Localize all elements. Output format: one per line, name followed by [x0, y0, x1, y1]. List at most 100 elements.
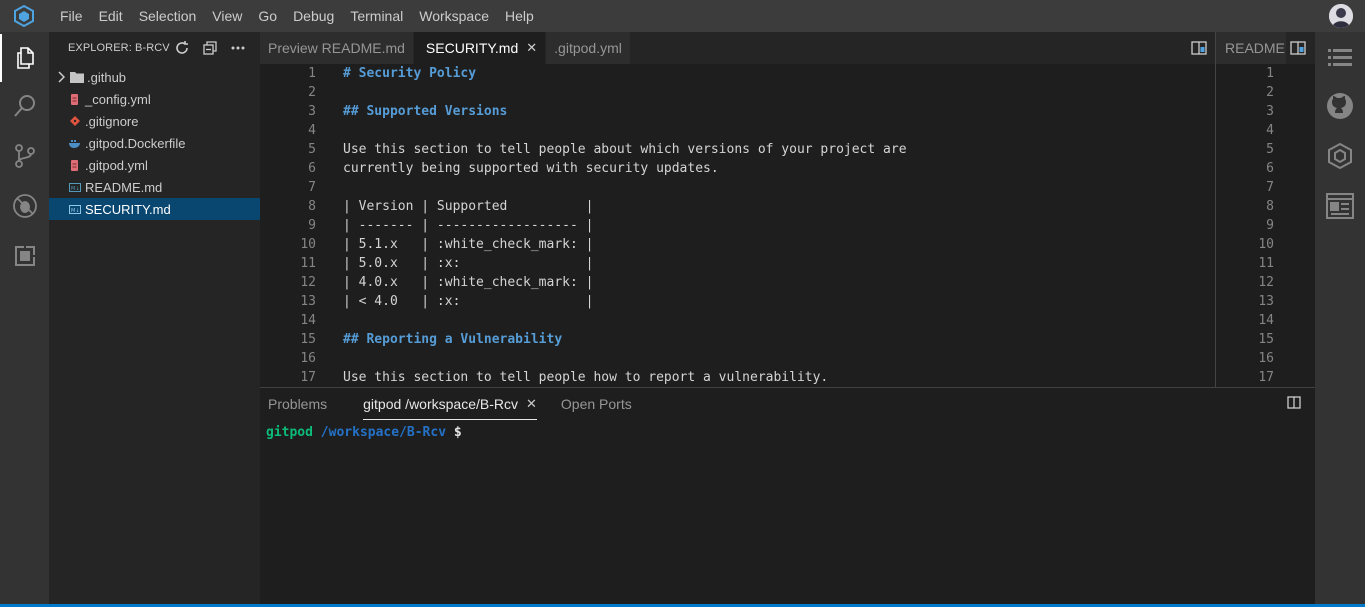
tab-open-ports[interactable]: Open Ports: [561, 388, 652, 420]
menu-help[interactable]: Help: [497, 0, 542, 32]
code-line: 11 | 5.0.x | :x: |: [260, 254, 1215, 273]
tree-item-label: .gitpod.Dockerfile: [85, 135, 186, 151]
tree-item-github-folder[interactable]: .github: [49, 66, 260, 88]
tab-label: Preview README.md: [268, 40, 405, 56]
explorer-actions: [174, 40, 246, 59]
terminal-user: gitpod: [266, 425, 313, 440]
github-icon[interactable]: [1315, 82, 1365, 130]
tree-item-gitpod-yml[interactable]: .gitpod.yml: [49, 154, 260, 176]
menu-debug[interactable]: Debug: [285, 0, 342, 32]
search-icon[interactable]: [0, 82, 49, 130]
code-line: 8 | Version | Supported |: [260, 197, 1215, 216]
editor-tabs: Preview README.md SECURITY.md ✕ .gitpod.…: [260, 32, 1215, 64]
code-line: 6 currently being supported with security…: [260, 159, 1215, 178]
open-preview-icon[interactable]: [1191, 41, 1207, 58]
code-text: | ------- | ------------------ |: [343, 218, 594, 233]
panel-tabs: Problems gitpod /workspace/B-Rcv ✕ Open …: [260, 388, 1315, 420]
tab-label: gitpod /workspace/B-Rcv: [363, 395, 518, 412]
line-number: 13: [1258, 294, 1274, 309]
tab-problems[interactable]: Problems: [268, 388, 347, 420]
markdown-file-icon: M↓: [67, 198, 83, 220]
line-number: 1: [308, 66, 316, 81]
close-icon[interactable]: ✕: [526, 388, 537, 420]
tree-item-label: .github: [87, 69, 127, 85]
tab-gitpod-yml[interactable]: .gitpod.yml: [546, 32, 631, 64]
close-icon[interactable]: ✕: [526, 40, 537, 56]
line-number: 8: [308, 199, 316, 214]
tree-item-readme-md[interactable]: M↓ README.md: [49, 176, 260, 198]
chevron-right-icon[interactable]: [53, 71, 69, 83]
open-preview-icon[interactable]: [1290, 41, 1306, 58]
files-icon[interactable]: [0, 34, 49, 82]
code-text: | < 4.0 | :x: |: [343, 294, 594, 309]
terminal[interactable]: gitpod /workspace/B-Rcv $: [260, 425, 1315, 440]
tree-item-security-md[interactable]: M↓ SECURITY.md: [49, 198, 260, 220]
line-number: 16: [300, 351, 316, 366]
line-number: 1: [1266, 66, 1274, 81]
split-panel-icon[interactable]: [1287, 396, 1301, 412]
line-number: 10: [300, 237, 316, 252]
menu-workspace[interactable]: Workspace: [411, 0, 497, 32]
git-file-icon: [67, 110, 83, 132]
code-editor[interactable]: 1 # Security Policy 2 3 ## Supported Version…: [260, 64, 1215, 387]
tree-item-label: SECURITY.md: [85, 201, 171, 217]
line-number: 2: [1266, 85, 1274, 100]
code-editor-secondary[interactable]: 1 2 3 4 5 6 7 8 9 10 11 12 13 14 15 16 17: [1215, 64, 1315, 387]
tab-readme[interactable]: README: [1216, 32, 1286, 64]
svg-text:M↓: M↓: [71, 186, 80, 192]
code-text: | 5.0.x | :x: |: [343, 256, 594, 271]
editor-tabs-secondary: README: [1215, 32, 1315, 64]
tab-label: .gitpod.yml: [554, 40, 622, 56]
explorer-header: EXPLORER: B-RCV: [49, 32, 260, 64]
more-icon[interactable]: [230, 40, 246, 59]
line-number: 9: [308, 218, 316, 233]
menu-selection[interactable]: Selection: [131, 0, 205, 32]
menu-go[interactable]: Go: [250, 0, 285, 32]
line-number: 6: [1266, 161, 1274, 176]
code-text: | 5.1.x | :white_check_mark: |: [343, 237, 594, 252]
line-number: 13: [300, 294, 316, 309]
tree-item-gitpod-dockerfile[interactable]: .gitpod.Dockerfile: [49, 132, 260, 154]
code-line: 13 | < 4.0 | :x: |: [260, 292, 1215, 311]
line-number: 3: [308, 104, 316, 119]
menu-items: File Edit Selection View Go Debug Termin…: [52, 0, 542, 32]
tab-preview-readme[interactable]: Preview README.md: [260, 32, 414, 64]
debug-icon[interactable]: [0, 182, 49, 230]
line-number: 4: [1266, 123, 1274, 138]
code-text: | 4.0.x | :white_check_mark: |: [343, 275, 594, 290]
code-line: 9 | ------- | ------------------ |: [260, 216, 1215, 235]
preview-icon[interactable]: [1315, 182, 1365, 230]
tree-item-gitignore[interactable]: .gitignore: [49, 110, 260, 132]
line-number: 7: [1266, 180, 1274, 195]
line-number: 14: [1258, 313, 1274, 328]
refresh-icon[interactable]: [174, 40, 190, 59]
menu-terminal[interactable]: Terminal: [342, 0, 411, 32]
code-line: 7: [260, 178, 1215, 197]
line-number: 11: [1258, 256, 1274, 271]
terminal-prompt: $: [453, 425, 462, 440]
collapse-all-icon[interactable]: [202, 40, 218, 59]
gitpod-logo-icon[interactable]: [0, 0, 48, 32]
line-number: 7: [308, 180, 316, 195]
right-activity-bar: [1315, 32, 1365, 607]
terminal-path: /workspace/B-Rcv: [320, 425, 447, 440]
gitpod-cube-icon[interactable]: [1315, 132, 1365, 180]
extensions-icon[interactable]: [0, 232, 49, 280]
outline-icon[interactable]: [1315, 34, 1365, 82]
menu-view[interactable]: View: [204, 0, 250, 32]
yml-file-icon: [67, 88, 83, 110]
menu-edit[interactable]: Edit: [91, 0, 131, 32]
user-avatar-icon[interactable]: [1329, 4, 1353, 28]
tab-terminal[interactable]: gitpod /workspace/B-Rcv ✕: [363, 388, 537, 420]
tab-security-md[interactable]: SECURITY.md ✕: [413, 32, 547, 64]
folder-icon: [69, 66, 85, 88]
tree-item-label: _config.yml: [85, 91, 151, 107]
tree-item-config-yml[interactable]: _config.yml: [49, 88, 260, 110]
code-heading: ## Reporting a Vulnerability: [343, 332, 563, 347]
menu-file[interactable]: File: [52, 0, 91, 32]
code-line: 2: [260, 83, 1215, 102]
code-line: 15 ## Reporting a Vulnerability: [260, 330, 1215, 349]
source-control-icon[interactable]: [0, 132, 49, 180]
line-number: 5: [1266, 142, 1274, 157]
line-number: 12: [300, 275, 316, 290]
